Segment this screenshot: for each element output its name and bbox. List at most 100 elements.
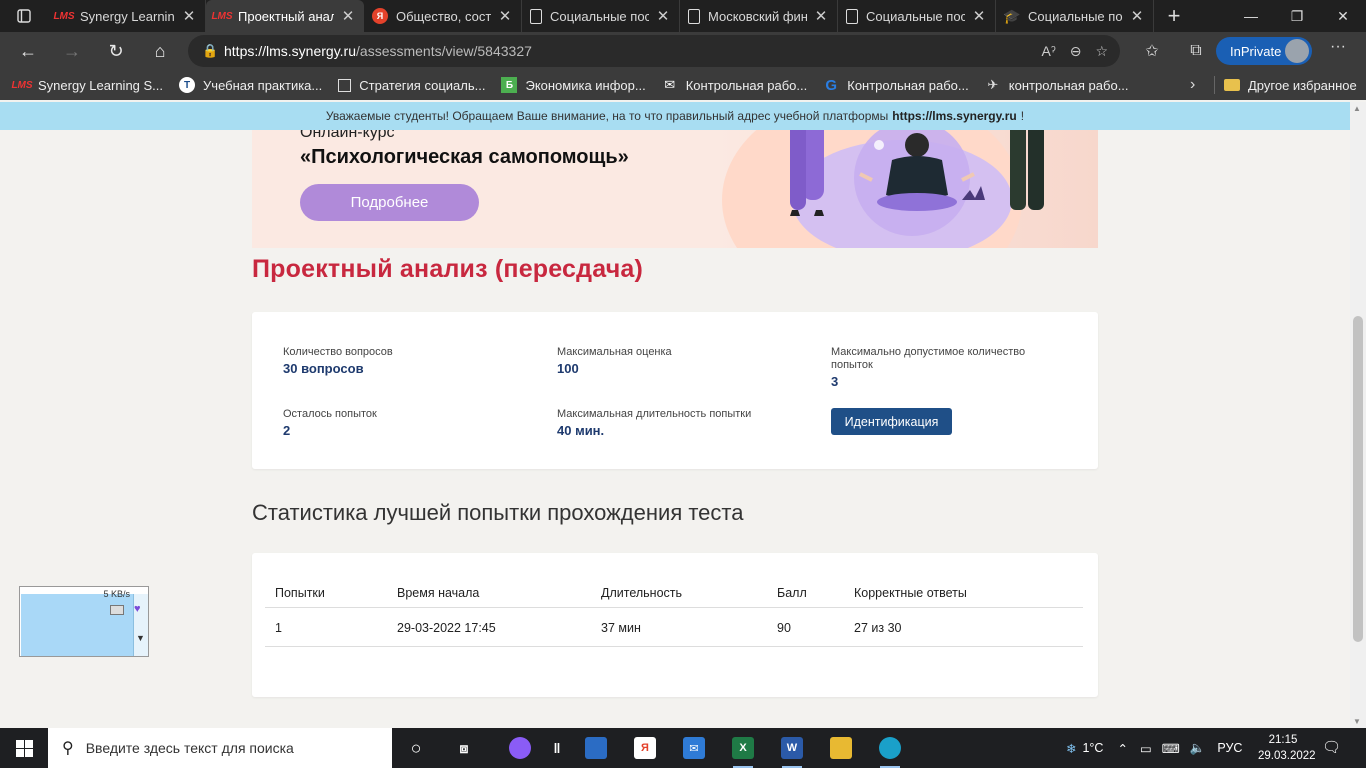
start-button[interactable] [0, 728, 48, 768]
show-hidden-icon[interactable]: ⌃ [1117, 741, 1127, 756]
banner-more-button[interactable]: Подробнее [300, 184, 479, 221]
tab-project-analysis[interactable]: LMS Проектный анал ✕ [206, 0, 364, 32]
favorite-item[interactable]: Б Экономика инфор... [493, 77, 653, 93]
excel-icon[interactable]: X [727, 732, 759, 768]
column-header: Время начала [397, 585, 480, 600]
tab-socialnye-1[interactable]: Социальные пос ✕ [522, 0, 680, 32]
settings-more-icon[interactable]: ··· [1322, 38, 1354, 56]
other-favorites-label: Другое избранное [1248, 77, 1357, 93]
navigation-bar: ← → ↻ ⌂ 🔒 https://lms.synergy.ru /assess… [0, 32, 1366, 70]
table-cell: 1 [275, 620, 282, 635]
banner-course-title: «Психологическая самопомощь» [300, 146, 629, 168]
favorite-item[interactable]: Стратегия социаль... [330, 78, 493, 93]
taskbar-search[interactable]: ⚲ Введите здесь текст для поиска [48, 728, 392, 768]
close-tab-icon[interactable]: ✕ [655, 7, 671, 25]
scroll-up-icon[interactable]: ▲ [1353, 104, 1361, 113]
tab-synergy-learning[interactable]: LMS Synergy Learning ✕ [48, 0, 206, 32]
table-cell: 27 из 30 [854, 620, 902, 635]
search-placeholder: Введите здесь текст для поиска [85, 740, 294, 756]
clock[interactable]: 21:15 29.03.2022 [1258, 732, 1316, 764]
home-icon[interactable]: ⌂ [138, 35, 182, 67]
info-label: Максимальная длительность попытки [557, 408, 752, 420]
favorite-item[interactable]: G Контрольная рабо... [815, 77, 977, 94]
weather-temp[interactable]: 1°C [1082, 741, 1103, 755]
close-window-icon[interactable]: ✕ [1320, 0, 1366, 32]
table-header: Попытки Время начала Длительность Балл К… [265, 578, 1083, 608]
info-value: 2 [283, 423, 291, 438]
identification-button[interactable]: Идентификация [831, 408, 952, 435]
weather-icon[interactable]: ❄ [1066, 741, 1076, 756]
forward-icon[interactable]: → [50, 35, 94, 67]
add-favorite-icon[interactable]: ☆ [1095, 43, 1108, 60]
tab-socialnye-3[interactable]: 🎓 Социальные пос ✕ [996, 0, 1154, 32]
close-tab-icon[interactable]: ✕ [497, 7, 513, 25]
promo-banner[interactable]: Онлайн-курс «Психологическая самопомощь»… [252, 130, 1098, 248]
word-icon[interactable]: W [776, 732, 808, 768]
address-bar[interactable]: 🔒 https://lms.synergy.ru /assessments/vi… [188, 35, 1120, 67]
favorite-item[interactable]: ✈ контрольная рабо... [977, 77, 1137, 93]
close-tab-icon[interactable]: ✕ [340, 7, 356, 25]
favorites-icon[interactable]: ✩ [1130, 41, 1174, 61]
tab-title: Synergy Learning [80, 8, 175, 24]
scroll-down-icon[interactable]: ▼ [1353, 717, 1361, 726]
window-controls: — ❐ ✕ [1228, 0, 1366, 32]
tab-title: Социальные пос [1028, 8, 1123, 24]
edge-icon[interactable] [874, 732, 906, 768]
info-value: 3 [831, 374, 839, 389]
close-tab-icon[interactable]: ✕ [813, 7, 829, 25]
network-monitor-widget[interactable]: 5 KB/s ♥ ▼ [19, 586, 149, 657]
notice-text: Уважаемые студенты! Обращаем Ваше вниман… [325, 109, 889, 123]
other-favorites-folder[interactable]: Другое избранное [1224, 78, 1357, 93]
info-attempts-left: Осталось попыток 2 [283, 408, 523, 438]
close-tab-icon[interactable]: ✕ [181, 7, 197, 25]
minimize-icon[interactable]: — [1228, 0, 1274, 32]
cortana-icon[interactable]: ○ [400, 732, 432, 764]
alice-icon[interactable] [504, 732, 536, 764]
monitor-icon [110, 605, 124, 615]
favorite-item[interactable]: T Учебная практика... [171, 77, 330, 93]
envelope-icon: ✉ [664, 77, 676, 92]
tab-moskovsky[interactable]: Московский фин ✕ [680, 0, 838, 32]
zoom-icon[interactable]: ⊖ [1070, 43, 1082, 60]
keyboard-icon[interactable]: ⌨ [1162, 741, 1180, 756]
close-tab-icon[interactable]: ✕ [971, 7, 987, 25]
close-tab-icon[interactable]: ✕ [1129, 7, 1145, 25]
tab-socialnye-2[interactable]: Социальные пос ✕ [838, 0, 996, 32]
favorite-item[interactable]: LMS Synergy Learning S... [0, 77, 171, 93]
notice-link[interactable]: https://lms.synergy.ru [892, 109, 1016, 123]
new-tab-button[interactable]: + [1154, 0, 1194, 32]
lock-icon[interactable]: 🔒 [202, 43, 224, 59]
volume-icon[interactable]: 🔈 [1190, 741, 1206, 756]
network-icon[interactable]: ▭ [1140, 741, 1152, 756]
vertical-scrollbar[interactable]: ▲ ▼ [1350, 102, 1366, 728]
info-max-attempts: Максимально допустимое количество попыто… [831, 346, 1041, 389]
favorite-label: Synergy Learning S... [38, 77, 164, 93]
mail-icon[interactable]: ✉ [678, 732, 710, 764]
back-icon[interactable]: ← [6, 35, 50, 67]
url-host: https://lms.synergy.ru [224, 43, 357, 59]
notifications-icon[interactable]: 🗨 [1322, 738, 1341, 756]
tab-actions-menu-icon[interactable] [0, 0, 48, 32]
dropdown-arrow-icon[interactable]: ▼ [136, 633, 145, 643]
file-explorer-icon[interactable] [825, 732, 857, 764]
task-view-icon[interactable]: ⧈ [448, 732, 480, 764]
refresh-icon[interactable]: ↻ [94, 35, 138, 67]
store-icon[interactable] [580, 732, 612, 764]
system-tray: ❄ 1°C ⌃ ▭ ⌨ 🔈 РУС [1066, 728, 1242, 768]
yandex-browser-icon[interactable]: Я [629, 732, 661, 764]
tab-title: Социальные пос [866, 8, 965, 24]
collections-icon[interactable]: ⧉ [1174, 42, 1218, 60]
favorite-item[interactable]: ✉ Контрольная рабо... [654, 77, 816, 93]
inprivate-button[interactable]: InPrivate [1216, 37, 1312, 65]
chevron-right-icon[interactable]: › [1190, 76, 1195, 94]
info-value: 40 мин. [557, 423, 605, 438]
heart-icon[interactable]: ♥ [134, 603, 141, 615]
language-indicator[interactable]: РУС [1217, 741, 1242, 755]
read-aloud-icon[interactable]: A͏ˀ [1041, 43, 1055, 60]
scrollbar-thumb[interactable] [1353, 316, 1363, 642]
favorite-label: Контрольная рабо... [685, 77, 808, 93]
tab-obshchestvo[interactable]: Я Общество, сост ✕ [364, 0, 522, 32]
restore-icon[interactable]: ❐ [1274, 0, 1320, 32]
stats-title: Статистика лучшей попытки прохождения те… [252, 500, 744, 525]
lms-logo-icon: LMS [11, 79, 33, 91]
